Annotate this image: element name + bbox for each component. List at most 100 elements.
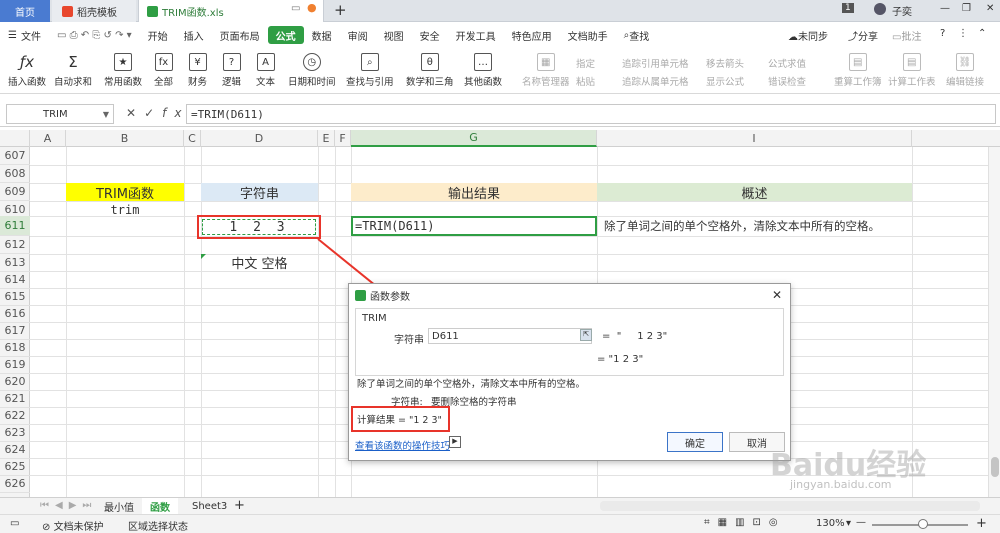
menu-features[interactable]: 特色应用 xyxy=(504,26,560,44)
quick-access-icons[interactable]: ▭ ⎙ ↶ ⎘ ↺ ↷ ▾ xyxy=(57,30,132,41)
cell-i611[interactable]: 除了单词之间的单个空格外，清除文本中所有的空格。 xyxy=(600,216,912,236)
menu-formula[interactable]: 公式 xyxy=(267,26,304,44)
cell-b609[interactable]: TRIM函数 xyxy=(66,183,184,202)
comment-button[interactable]: ▭批注 xyxy=(892,28,921,43)
row-header[interactable]: 607 xyxy=(0,147,30,165)
view-mode-icons[interactable]: ⌗▦▥⊡◎ xyxy=(704,517,786,528)
tab-trim-file[interactable]: TRIM函数.xls ▭ ● xyxy=(138,0,324,22)
trace-precedents-button[interactable]: 追踪引用单元格 xyxy=(622,56,689,70)
cell-d613[interactable]: 中文 空格 xyxy=(201,254,318,272)
cell-d609[interactable]: 字符串 xyxy=(201,183,318,202)
menu-doc-assistant[interactable]: 文档助手 xyxy=(560,26,616,44)
sheet-nav-arrows[interactable]: ⏮◀▶⏭ xyxy=(40,500,97,511)
col-header-b[interactable]: B xyxy=(66,130,184,147)
zoom-dropdown-icon[interactable]: ▾ xyxy=(846,518,851,529)
dialog-titlebar[interactable]: 函数参数 ✕ xyxy=(349,284,790,306)
user-name[interactable]: 子奕 xyxy=(892,3,912,18)
macro-icon[interactable]: ▭ xyxy=(10,518,19,529)
row-header[interactable]: 614 xyxy=(0,271,30,289)
menu-security[interactable]: 安全 xyxy=(412,26,448,44)
text-button[interactable]: A 文本 xyxy=(256,50,275,88)
sheet-tab[interactable]: Sheet3 xyxy=(184,498,235,514)
row-header[interactable]: 612 xyxy=(0,236,30,254)
row-header[interactable]: 609 xyxy=(0,183,30,201)
row-header[interactable]: 625 xyxy=(0,458,30,476)
cell-g611[interactable]: =TRIM(D611) xyxy=(351,216,597,236)
specify-button[interactable]: 指定 xyxy=(576,56,595,70)
cell-d611[interactable]: 1 2 3 xyxy=(202,219,316,235)
logic-button[interactable]: ? 逻辑 xyxy=(222,50,241,88)
menu-developer[interactable]: 开发工具 xyxy=(448,26,504,44)
show-formula-button[interactable]: 显示公式 xyxy=(706,74,744,88)
col-header-i[interactable]: I xyxy=(597,130,912,147)
col-header-e[interactable]: E xyxy=(318,130,335,147)
formula-controls[interactable]: ✕✓fx xyxy=(126,106,189,120)
argument-input[interactable]: D611 xyxy=(428,328,592,344)
edit-links-button[interactable]: ⛓ 编辑链接 xyxy=(946,50,984,88)
window-count-badge[interactable]: 1 xyxy=(842,3,854,13)
horizontal-scrollbar[interactable] xyxy=(600,501,980,511)
col-header-a[interactable]: A xyxy=(30,130,66,147)
ok-button[interactable]: 确定 xyxy=(667,432,723,452)
row-header[interactable]: 611 xyxy=(0,216,30,236)
common-function-button[interactable]: ★ 常用函数 xyxy=(104,50,142,88)
menu-insert[interactable]: 插入 xyxy=(176,26,212,44)
add-sheet-icon[interactable]: + xyxy=(234,498,245,513)
dialog-close-icon[interactable]: ✕ xyxy=(772,288,782,302)
name-box[interactable]: TRIM ▼ xyxy=(6,104,114,124)
row-header[interactable]: 620 xyxy=(0,373,30,391)
help-icon[interactable]: ? xyxy=(940,28,945,39)
row-header[interactable]: 618 xyxy=(0,339,30,357)
autosum-button[interactable]: Σ 自动求和 xyxy=(54,50,92,88)
insert-function-button[interactable]: ƒx 插入函数 xyxy=(8,50,46,88)
scrollbar-thumb[interactable] xyxy=(991,457,999,477)
col-header-f[interactable]: F xyxy=(335,130,351,147)
sheet-tab[interactable]: 最小值 xyxy=(96,498,142,514)
zoom-level[interactable]: 130% xyxy=(816,518,845,529)
help-link[interactable]: 查看该函数的操作技巧 xyxy=(355,438,450,452)
paste-button[interactable]: 粘贴 xyxy=(576,74,595,88)
row-header[interactable]: 608 xyxy=(0,165,30,183)
cell-i609[interactable]: 概述 xyxy=(597,183,912,202)
chevron-down-icon[interactable]: ▼ xyxy=(103,110,109,119)
menu-data[interactable]: 数据 xyxy=(304,26,340,44)
other-function-button[interactable]: … 其他函数 xyxy=(464,50,502,88)
error-check-button[interactable]: 错误检查 xyxy=(768,74,806,88)
new-tab-plus-icon[interactable]: + xyxy=(334,1,347,19)
menu-view[interactable]: 视图 xyxy=(376,26,412,44)
date-time-button[interactable]: ◷ 日期和时间 xyxy=(288,50,336,88)
row-header[interactable]: 613 xyxy=(0,254,30,272)
zoom-slider-thumb[interactable] xyxy=(918,519,928,529)
calc-sheet-button[interactable]: ▤ 计算工作表 xyxy=(888,50,936,88)
remove-arrows-button[interactable]: 移去箭头 xyxy=(706,56,744,70)
all-function-button[interactable]: fx 全部 xyxy=(154,50,173,88)
select-all-corner[interactable] xyxy=(0,130,30,147)
math-trig-button[interactable]: θ 数学和三角 xyxy=(406,50,454,88)
minimize-icon[interactable]: — xyxy=(940,3,950,14)
trace-dependents-button[interactable]: 追踪从属单元格 xyxy=(622,74,689,88)
doc-protect-status[interactable]: ⊘ 文档未保护 xyxy=(42,518,104,533)
tab-daoke-template[interactable]: 稻壳模板 xyxy=(52,0,136,22)
row-header[interactable]: 622 xyxy=(0,407,30,425)
vertical-scrollbar[interactable] xyxy=(988,147,1000,497)
row-header[interactable]: 624 xyxy=(0,441,30,459)
finance-button[interactable]: ¥ 财务 xyxy=(188,50,207,88)
more-icon[interactable]: ⋮ xyxy=(958,28,968,39)
row-header[interactable]: 616 xyxy=(0,305,30,323)
menu-start[interactable]: 开始 xyxy=(140,26,176,44)
formula-input[interactable]: =TRIM(D611) xyxy=(186,104,996,124)
hamburger-menu[interactable]: ☰ xyxy=(0,26,19,44)
zoom-out-icon[interactable]: — xyxy=(856,517,866,528)
range-select-icon[interactable]: ⇱ xyxy=(580,329,592,341)
video-icon[interactable]: ▶ xyxy=(449,436,461,448)
row-header[interactable]: 623 xyxy=(0,424,30,442)
row-header[interactable]: 615 xyxy=(0,288,30,306)
sync-status[interactable]: ☁未同步 xyxy=(788,28,828,43)
close-icon[interactable]: ✕ xyxy=(986,3,994,14)
row-header[interactable]: 626 xyxy=(0,475,30,493)
file-menu[interactable]: 文件 xyxy=(19,26,49,44)
row-header[interactable]: 619 xyxy=(0,356,30,374)
zoom-in-icon[interactable]: + xyxy=(976,516,987,531)
tab-home[interactable]: 首页 xyxy=(0,0,50,22)
cell-b610[interactable]: trim xyxy=(66,201,184,218)
